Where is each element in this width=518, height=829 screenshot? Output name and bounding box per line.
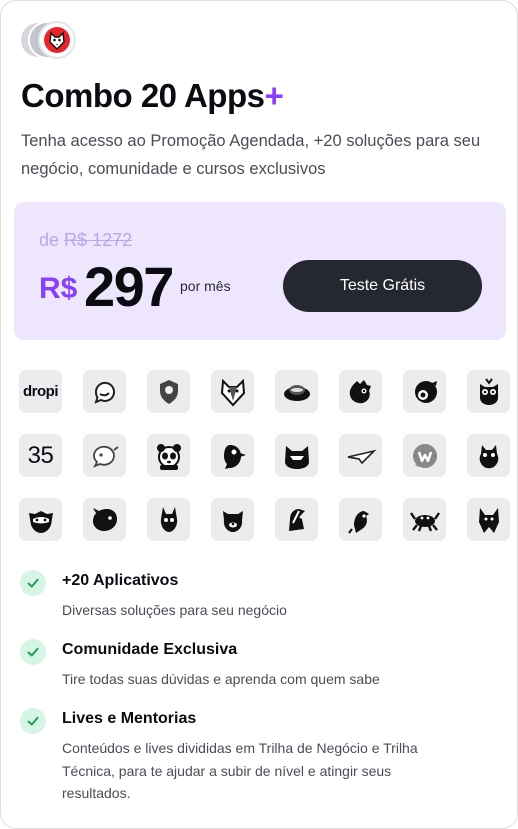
paper-plane-icon: [339, 434, 382, 477]
check-icon: [20, 639, 46, 665]
price-currency: R$: [39, 272, 78, 305]
feature-title: Lives e Mentorias: [62, 710, 197, 727]
dropi-logo-label: dropi: [23, 383, 59, 400]
dog-mascot-icon: [211, 498, 254, 541]
app-logo-stack: [19, 19, 89, 63]
old-price-prefix: de: [39, 230, 60, 250]
price-period: por mês: [180, 278, 231, 294]
number-35-icon: 35: [19, 434, 62, 477]
old-price: de R$ 1272: [39, 230, 132, 251]
card-title-text: Combo 20 Apps: [21, 77, 265, 114]
fox-mascot-icon: [211, 370, 254, 413]
cat-mascot-icon: [275, 434, 318, 477]
check-icon: [20, 708, 46, 734]
crab-mascot-icon: [403, 498, 446, 541]
owl-mascot-icon: [467, 370, 510, 413]
card-title: Combo 20 Apps+: [21, 77, 284, 115]
wolf-mascot-icon: [467, 498, 510, 541]
check-icon: [20, 570, 46, 596]
fox-logo-icon: [38, 21, 76, 59]
w-bubble-icon: [403, 434, 446, 477]
donkey-mascot-icon: [147, 498, 190, 541]
feature-description: Conteúdos e lives divididas em Trilha de…: [62, 740, 418, 801]
panda-mascot-icon: [147, 434, 190, 477]
bird-mascot-icon: [211, 434, 254, 477]
rhino-mascot-icon: [83, 498, 126, 541]
feature-description: Diversas soluções para seu negócio: [62, 602, 287, 618]
free-trial-button[interactable]: Teste Grátis: [283, 260, 482, 312]
dropi-logo-icon: dropi: [19, 370, 62, 413]
dragon-mascot-icon: [339, 370, 382, 413]
card-description: Tenha acesso ao Promoção Agendada, +20 s…: [21, 132, 481, 178]
feature-title: Comunidade Exclusiva: [62, 641, 238, 658]
combo-card: Combo 20 Apps+ Tenha acesso ao Promoção …: [0, 0, 518, 829]
raccoon-mascot-icon: [19, 498, 62, 541]
hat-disc-icon: [275, 370, 318, 413]
chat-bubble-icon: [83, 370, 126, 413]
number-35-label: 35: [27, 441, 54, 469]
price-box: de R$ 1272 R$ 297 por mês Teste Grátis: [14, 202, 506, 340]
feature-description: Tire todas suas dúvidas e aprenda com qu…: [62, 671, 380, 687]
title-plus-mark: +: [264, 77, 284, 114]
feature-title: +20 Aplicativos: [62, 572, 179, 589]
price-amount: 297: [84, 255, 174, 318]
parrot-mascot-icon: [339, 498, 382, 541]
chameleon-mascot-icon: [403, 370, 446, 413]
old-price-value: R$ 1272: [64, 230, 133, 250]
horse-mascot-icon: [275, 498, 318, 541]
goat-mascot-icon: [467, 434, 510, 477]
shield-pin-icon: [147, 370, 190, 413]
speech-bubble-icon: [83, 434, 126, 477]
